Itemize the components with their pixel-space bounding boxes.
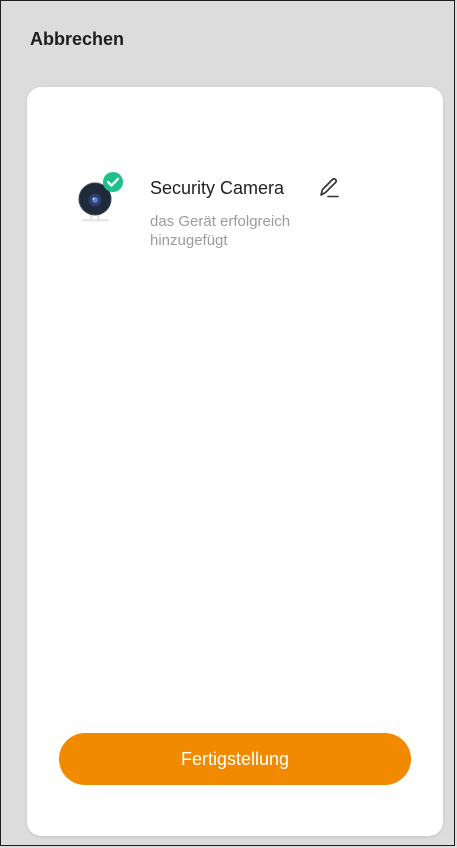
security-camera-icon xyxy=(75,169,135,233)
checkmark-badge-icon xyxy=(103,172,123,192)
pencil-icon[interactable] xyxy=(317,176,341,200)
result-card: Security Camera das Gerät erfolgreich hi… xyxy=(27,87,443,836)
device-status-text: das Gerät erfolgreich hinzugefügt xyxy=(150,213,291,249)
finish-button[interactable]: Fertigstellung xyxy=(59,733,411,785)
device-row: Security Camera das Gerät erfolgreich hi… xyxy=(75,169,435,269)
device-name: Security Camera xyxy=(150,178,285,198)
top-bar: Abbrechen xyxy=(0,0,457,84)
cancel-button[interactable]: Abbrechen xyxy=(30,29,124,50)
